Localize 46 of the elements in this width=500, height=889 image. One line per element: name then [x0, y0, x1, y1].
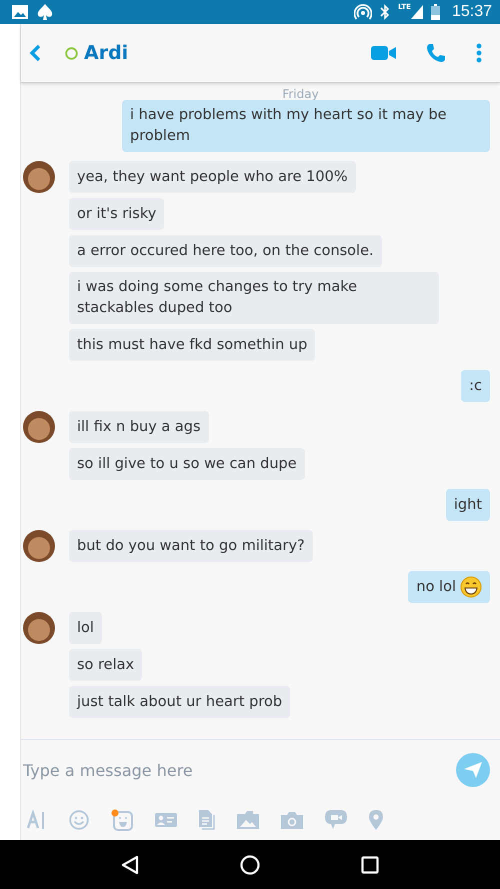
message-bubble: ill fix n buy a ags	[69, 411, 209, 443]
location-pin-icon[interactable]	[369, 810, 383, 830]
avatar	[23, 411, 55, 443]
phone-icon[interactable]	[426, 43, 446, 63]
message-bubble: ight	[446, 489, 490, 521]
moji-icon[interactable]	[111, 809, 133, 831]
message-bubble: so relax	[69, 649, 142, 681]
hotspot-icon	[354, 4, 372, 20]
contact-name[interactable]: Ardi	[84, 42, 128, 64]
message-bubble: this must have fkd somethin up	[69, 329, 316, 361]
day-label: Friday	[282, 87, 319, 101]
text-format-icon[interactable]	[27, 810, 47, 830]
message-bubble: just talk about ur heart prob	[69, 686, 290, 718]
home-icon[interactable]	[240, 854, 260, 874]
recents-icon[interactable]	[361, 856, 380, 874]
message-bubble: no lol	[408, 571, 490, 603]
message-input[interactable]: Type a message here	[21, 760, 456, 780]
message-bubble: or it's risky	[69, 198, 164, 230]
contact-card-icon[interactable]	[155, 813, 177, 827]
message-bubble: lol	[69, 612, 102, 644]
avatar	[23, 161, 55, 193]
camera-icon[interactable]	[281, 812, 303, 828]
message-bubble: i have problems with my heart so it may be problem	[122, 100, 490, 152]
image-icon	[12, 5, 28, 19]
message-bubble: so ill give to u so we can dupe	[69, 448, 305, 480]
more-icon[interactable]	[476, 43, 482, 63]
message-bubble: :c	[461, 370, 490, 402]
spade-icon	[36, 3, 54, 21]
avatar	[23, 530, 55, 562]
video-call-icon[interactable]	[371, 46, 396, 60]
presence-icon	[65, 46, 78, 60]
bluetooth-icon	[380, 4, 390, 20]
document-icon[interactable]	[199, 810, 215, 830]
video-message-icon[interactable]	[325, 810, 347, 830]
battery-icon	[430, 4, 440, 20]
message-bubble: i was doing some changes to try make stackables duped too	[69, 272, 439, 324]
message-bubble: yea, they want people who are 100%	[69, 161, 356, 193]
signal-icon	[410, 5, 423, 19]
send-icon	[464, 762, 482, 778]
smiley-icon[interactable]	[69, 810, 89, 830]
message-bubble: but do you want to go military?	[69, 530, 313, 562]
photo-folder-icon[interactable]	[237, 811, 259, 829]
clock: 15:37	[452, 3, 492, 21]
avatar	[23, 612, 55, 644]
message-bubble: a error occured here too, on the console.	[69, 235, 382, 267]
send-button[interactable]	[456, 753, 490, 787]
